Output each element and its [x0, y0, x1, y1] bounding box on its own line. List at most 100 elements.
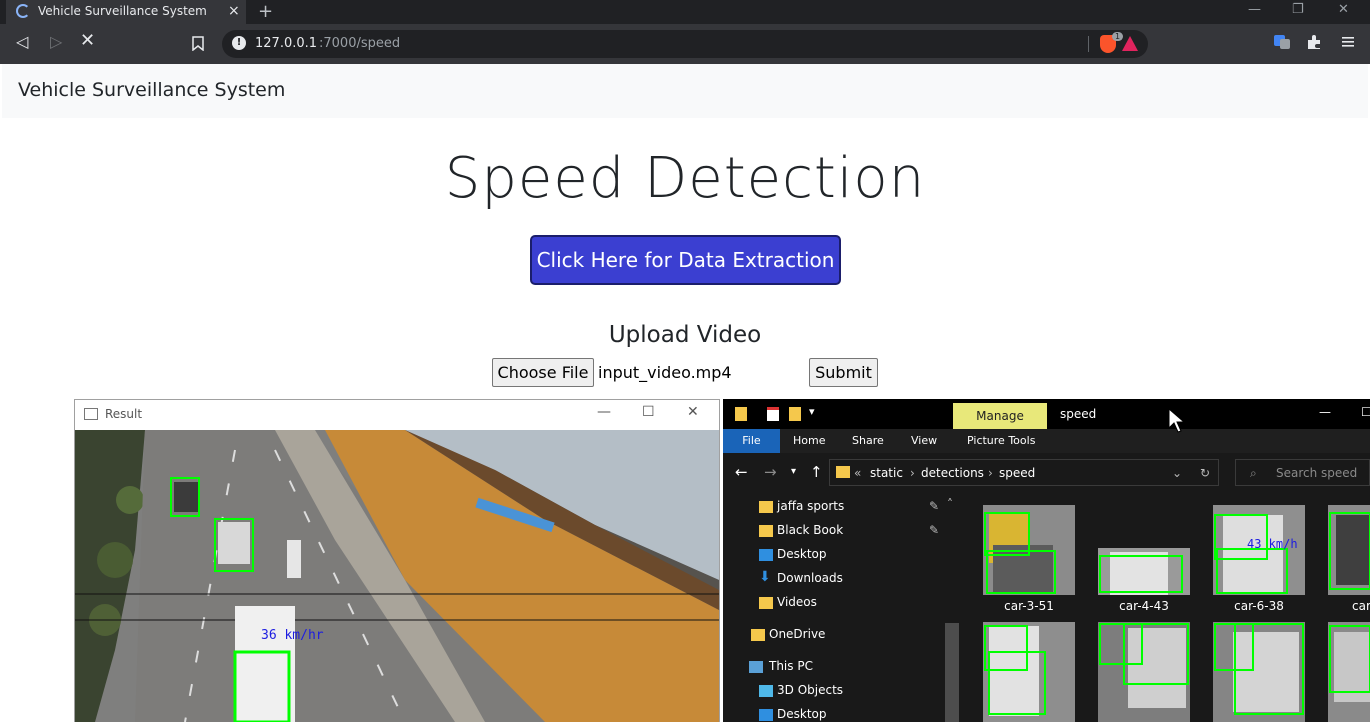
- thumbnail-label: car-3-51: [1004, 599, 1054, 613]
- nav-item-videos[interactable]: Videos: [777, 595, 817, 609]
- up-arrow-icon[interactable]: ↑: [810, 463, 823, 481]
- breadcrumb-detections[interactable]: detections: [921, 466, 984, 480]
- manage-tab[interactable]: Manage: [953, 403, 1047, 429]
- thumbnail-row2-1[interactable]: [983, 622, 1075, 722]
- search-icon: ⌕: [1250, 466, 1257, 480]
- explorer-search-box[interactable]: ⌕ Search speed: [1235, 459, 1370, 486]
- folder-icon: [759, 597, 773, 609]
- restore-window-icon[interactable]: ❐: [1292, 2, 1304, 17]
- selected-file-name: input_video.mp4: [598, 363, 732, 382]
- close-window-icon[interactable]: ✕: [1338, 2, 1349, 17]
- data-extraction-button[interactable]: Click Here for Data Extraction: [530, 235, 841, 285]
- properties-icon[interactable]: [767, 407, 779, 421]
- tab-share[interactable]: Share: [852, 434, 884, 447]
- breadcrumb-overflow[interactable]: «: [854, 466, 861, 480]
- nav-item-desktop-2[interactable]: Desktop: [777, 707, 827, 721]
- quick-access-dropdown-icon[interactable]: ▾: [809, 405, 815, 418]
- tab-picture-tools[interactable]: Picture Tools: [967, 434, 1035, 447]
- maximize-icon[interactable]: ☐: [642, 404, 655, 420]
- address-dropdown-icon[interactable]: ⌄: [1172, 466, 1182, 480]
- tab-view[interactable]: View: [911, 434, 937, 447]
- choose-file-button[interactable]: Choose File: [492, 358, 594, 387]
- file-thumbnails: car-3-51 car-4-43 43 km/h car-6-38 car: [961, 493, 1370, 722]
- address-bar[interactable]: ! 127.0.0.1 :7000/speed 1: [222, 30, 1148, 58]
- onedrive-icon: [751, 629, 765, 641]
- thumbnail-label: car-6-38: [1234, 599, 1284, 613]
- loading-spinner-icon: [16, 4, 30, 18]
- nav-scrollbar[interactable]: [945, 623, 959, 722]
- search-placeholder: Search speed: [1276, 466, 1358, 480]
- refresh-icon[interactable]: ↻: [1200, 466, 1210, 480]
- close-icon[interactable]: ✕: [687, 404, 699, 420]
- extensions-icon[interactable]: [1306, 34, 1322, 50]
- navigation-pane: jaffa sports ✎ ˄ Black Book ✎ Desktop ⬇ …: [723, 493, 959, 722]
- folder-icon: [759, 525, 773, 537]
- nav-item-this-pc[interactable]: This PC: [769, 659, 813, 673]
- breadcrumb-speed[interactable]: speed: [999, 466, 1035, 480]
- thumbnail-speed-label: 43 km/h: [1247, 537, 1298, 551]
- nav-item-3d-objects[interactable]: 3D Objects: [777, 683, 843, 697]
- explorer-titlebar[interactable]: ▾ Manage speed — ☐: [723, 399, 1370, 429]
- explorer-address-bar[interactable]: « static › detections › speed ⌄ ↻: [829, 459, 1219, 486]
- file-explorer-window[interactable]: ▾ Manage speed — ☐ File Home Share View …: [723, 399, 1370, 722]
- 3d-objects-icon: [759, 685, 773, 697]
- breadcrumb-static[interactable]: static: [870, 466, 903, 480]
- result-window[interactable]: Result — ☐ ✕ 36 km/hr: [74, 399, 720, 722]
- pin-icon[interactable]: ✎: [929, 499, 939, 513]
- thumbnail-label: car-4-43: [1119, 599, 1169, 613]
- submit-button[interactable]: Submit: [809, 358, 878, 387]
- brave-rewards-icon[interactable]: [1122, 36, 1138, 51]
- menu-icon[interactable]: [1340, 34, 1356, 50]
- result-window-title: Result: [105, 407, 143, 421]
- speed-label: 36 km/hr: [261, 628, 324, 643]
- site-info-icon[interactable]: !: [232, 36, 246, 50]
- nav-item-onedrive[interactable]: OneDrive: [769, 627, 825, 641]
- new-folder-icon[interactable]: [789, 407, 801, 421]
- desktop-icon: [759, 549, 773, 561]
- pin-icon[interactable]: ✎: [929, 523, 939, 537]
- stop-icon[interactable]: ✕: [80, 30, 95, 51]
- url-path: :7000/speed: [319, 36, 401, 51]
- thumbnail-label: car: [1352, 599, 1370, 613]
- page-title: Speed Detection: [444, 146, 926, 211]
- nav-item-black-book[interactable]: Black Book: [777, 523, 843, 537]
- back-icon[interactable]: ◁: [16, 32, 28, 51]
- explorer-address-row: ← → ▾ ↑ « static › detections › speed ⌄ …: [723, 453, 1370, 493]
- tab-file[interactable]: File: [723, 429, 780, 453]
- thumbnail-row2-2[interactable]: [1098, 622, 1190, 722]
- back-arrow-icon[interactable]: ←: [735, 463, 748, 481]
- thumbnail-car-partial[interactable]: [1328, 505, 1370, 595]
- minimize-window-icon[interactable]: —: [1248, 2, 1261, 17]
- browser-tab-strip: Vehicle Surveillance System × + — ❐ ✕: [0, 0, 1370, 24]
- result-titlebar[interactable]: Result — ☐ ✕: [75, 400, 719, 430]
- translate-icon[interactable]: [1274, 34, 1290, 50]
- nav-item-desktop[interactable]: Desktop: [777, 547, 827, 561]
- bookmark-icon[interactable]: [192, 36, 204, 51]
- forward-icon[interactable]: ▷: [50, 32, 62, 51]
- forward-arrow-icon[interactable]: →: [764, 463, 777, 481]
- browser-tab[interactable]: Vehicle Surveillance System ×: [6, 0, 246, 24]
- upload-video-heading: Upload Video: [608, 322, 762, 348]
- folder-icon: [836, 466, 850, 478]
- minimize-icon[interactable]: —: [1319, 405, 1331, 419]
- tab-home[interactable]: Home: [793, 434, 825, 447]
- video-frame: 36 km/hr: [75, 430, 719, 722]
- thumbnail-row2-3[interactable]: [1213, 622, 1305, 722]
- thumbnail-car-3-51[interactable]: [983, 505, 1075, 595]
- recent-locations-icon[interactable]: ▾: [791, 466, 796, 477]
- breadcrumb-separator-icon: ›: [910, 466, 915, 480]
- scroll-up-icon[interactable]: ˄: [947, 497, 953, 511]
- thumbnail-car-4-43[interactable]: [1098, 548, 1190, 595]
- nav-item-jaffa-sports[interactable]: jaffa sports: [777, 499, 844, 513]
- traffic-video-image: [75, 430, 719, 722]
- maximize-icon[interactable]: ☐: [1361, 405, 1370, 419]
- tab-close-icon[interactable]: ×: [228, 3, 240, 19]
- folder-icon: [735, 407, 747, 421]
- thumbnail-row2-4[interactable]: [1328, 622, 1370, 722]
- url-host: 127.0.0.1: [255, 36, 318, 51]
- site-brand[interactable]: Vehicle Surveillance System: [18, 79, 285, 101]
- new-tab-icon[interactable]: +: [258, 1, 273, 22]
- explorer-title: speed: [1060, 407, 1097, 421]
- nav-item-downloads[interactable]: Downloads: [777, 571, 843, 585]
- minimize-icon[interactable]: —: [597, 404, 611, 420]
